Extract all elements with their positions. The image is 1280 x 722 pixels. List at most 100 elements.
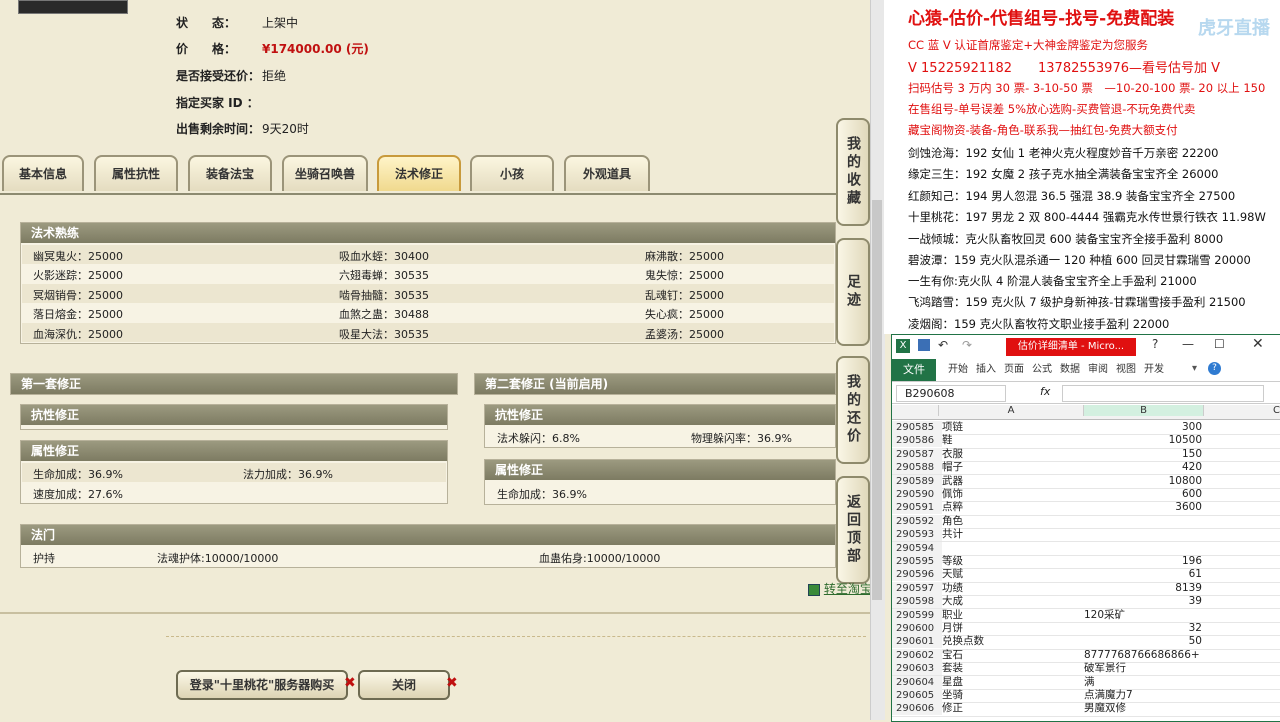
row-number[interactable]: 290601 — [892, 635, 942, 649]
row-number[interactable]: 290606 — [892, 702, 942, 716]
ribbon-tab[interactable]: 审阅 — [1088, 359, 1108, 381]
cell-a[interactable]: 角色 — [942, 515, 1082, 528]
row-number[interactable]: 290594 — [892, 541, 942, 555]
col-header[interactable]: C — [1203, 405, 1280, 416]
cell-b[interactable]: 120采矿 — [1084, 609, 1202, 622]
tab-spell-correction[interactable]: 法术修正 — [377, 155, 461, 191]
ribbon-tab[interactable]: 插入 — [976, 359, 996, 381]
ribbon-tab[interactable]: 页面 — [1004, 359, 1024, 381]
tab-mounts-pets[interactable]: 坐骑召唤兽 — [282, 155, 368, 191]
cell-b[interactable]: 3600 — [1084, 501, 1202, 514]
close-button[interactable]: 关闭 — [358, 670, 450, 700]
table-row[interactable]: 290591 点粹 3600 — [892, 501, 1280, 516]
table-row[interactable]: 290594 — [892, 541, 1280, 556]
cell-a[interactable]: 宝石 — [942, 649, 1082, 662]
save-icon[interactable] — [918, 339, 930, 351]
cell-b[interactable]: 50 — [1084, 635, 1202, 648]
table-row[interactable]: 290602 宝石 8777768766686866+ — [892, 648, 1280, 664]
table-row[interactable]: 290592 角色 — [892, 514, 1280, 530]
row-number[interactable]: 290603 — [892, 662, 942, 676]
cell-a[interactable]: 点粹 — [942, 501, 1082, 514]
tab-appearance[interactable]: 外观道具 — [564, 155, 650, 191]
table-row[interactable]: 290604 星盘满 — [892, 675, 1280, 690]
table-row[interactable]: 290603 套装 破军景行 — [892, 662, 1280, 677]
row-number[interactable]: 290605 — [892, 689, 942, 702]
table-row[interactable]: 290593 共计 — [892, 528, 1280, 543]
row-number[interactable]: 290587 — [892, 447, 942, 461]
cell-b[interactable]: 196 — [1084, 555, 1202, 568]
row-number[interactable]: 290595 — [892, 555, 942, 568]
table-row[interactable]: 290595 等级 196 — [892, 555, 1280, 570]
cell-b[interactable]: 8139 — [1084, 582, 1202, 595]
cell-b[interactable]: 10500 — [1084, 434, 1202, 447]
row-number[interactable]: 290602 — [892, 648, 942, 662]
table-row[interactable]: 290598 大成 39 — [892, 595, 1280, 610]
ribbon-tab[interactable]: 开始 — [948, 359, 968, 381]
row-number[interactable]: 290588 — [892, 461, 942, 475]
cell-a[interactable]: 鞋 — [942, 434, 1082, 447]
ribbon-tab[interactable]: 开发 — [1144, 359, 1164, 381]
side-link[interactable]: 转至淘宝 — [808, 580, 870, 597]
cell-b[interactable]: 420 — [1084, 461, 1202, 474]
my-counteroffer-button[interactable]: 我的还价 — [836, 356, 870, 464]
tab-child[interactable]: 小孩 — [470, 155, 554, 191]
scrollbar-thumb[interactable] — [872, 200, 882, 600]
cell-a[interactable]: 天赋 — [942, 568, 1082, 581]
cell-a[interactable]: 项链 — [942, 421, 1082, 434]
table-row[interactable]: 290597 功绩 8139 — [892, 581, 1280, 597]
row-number[interactable]: 290592 — [892, 514, 942, 528]
cell-a[interactable]: 坐骑 — [942, 689, 1082, 702]
help-icon[interactable]: ? — [1208, 362, 1221, 375]
back-to-top-button[interactable]: 返回顶部 — [836, 476, 870, 584]
table-row[interactable]: 290601 兑换点数 50 — [892, 635, 1280, 650]
table-row[interactable]: 290587 衣服 150 — [892, 447, 1280, 463]
table-row[interactable]: 290589 武器 10800 — [892, 474, 1280, 489]
cell-a[interactable]: 星盘 — [942, 676, 1082, 689]
table-row[interactable]: 290588 帽子 420 — [892, 461, 1280, 476]
row-number[interactable]: 290604 — [892, 675, 942, 689]
row-number[interactable]: 290599 — [892, 608, 942, 622]
close-icon[interactable]: ✕ — [1252, 336, 1264, 352]
cell-b[interactable]: 300 — [1084, 421, 1202, 434]
cell-b[interactable]: 男魔双修 — [1084, 702, 1202, 715]
tab-equipment[interactable]: 装备法宝 — [188, 155, 272, 191]
col-header[interactable]: B — [1083, 405, 1203, 416]
table-row[interactable]: 290596 天赋 61 — [892, 568, 1280, 583]
table-row[interactable]: 290586 鞋 10500 — [892, 434, 1280, 449]
tab-attributes[interactable]: 属性抗性 — [94, 155, 178, 191]
col-header[interactable]: A — [938, 405, 1083, 416]
cell-a[interactable]: 佩饰 — [942, 488, 1082, 501]
maximize-icon[interactable]: ☐ — [1214, 337, 1225, 351]
cell-a[interactable]: 大成 — [942, 595, 1082, 608]
file-tab[interactable]: 文件 — [892, 359, 936, 381]
row-number[interactable]: 290586 — [892, 434, 942, 448]
cell-a[interactable]: 套装 — [942, 662, 1082, 675]
row-number[interactable]: 290598 — [892, 595, 942, 609]
cell-a[interactable]: 修正 — [942, 702, 1082, 715]
cell-b[interactable]: 600 — [1084, 488, 1202, 501]
table-row[interactable]: 290606 修正 男魔双修 — [892, 702, 1280, 717]
ribbon-tab[interactable]: 公式 — [1032, 359, 1052, 381]
cell-b[interactable]: 61 — [1084, 568, 1202, 581]
row-number[interactable]: 290596 — [892, 568, 942, 582]
cell-b[interactable]: 10800 — [1084, 475, 1202, 488]
cell-b[interactable]: 8777768766686866+ — [1084, 649, 1202, 662]
help-icon[interactable]: ? — [1152, 337, 1158, 351]
cell-a[interactable]: 帽子 — [942, 461, 1082, 474]
ribbon-tab[interactable]: 视图 — [1116, 359, 1136, 381]
redo-icon[interactable]: ↷ — [962, 338, 972, 352]
login-buy-button[interactable]: 登录"十里桃花"服务器购买 — [176, 670, 348, 700]
row-number[interactable]: 290589 — [892, 474, 942, 488]
name-box[interactable]: B290608 — [896, 385, 1006, 402]
cell-a[interactable]: 兑换点数 — [942, 635, 1082, 648]
formula-input[interactable] — [1062, 385, 1264, 402]
cell-a[interactable]: 衣服 — [942, 448, 1082, 461]
table-row[interactable]: 290599 职业 120采矿 — [892, 608, 1280, 623]
cell-a[interactable]: 等级 — [942, 555, 1082, 568]
cell-b[interactable]: 破军景行 — [1084, 662, 1202, 675]
cell-a[interactable]: 职业 — [942, 609, 1082, 622]
minimize-icon[interactable]: — — [1182, 337, 1194, 351]
cell-a[interactable]: 共计 — [942, 528, 1082, 541]
row-number[interactable]: 290591 — [892, 501, 942, 515]
row-number[interactable]: 290600 — [892, 622, 942, 635]
